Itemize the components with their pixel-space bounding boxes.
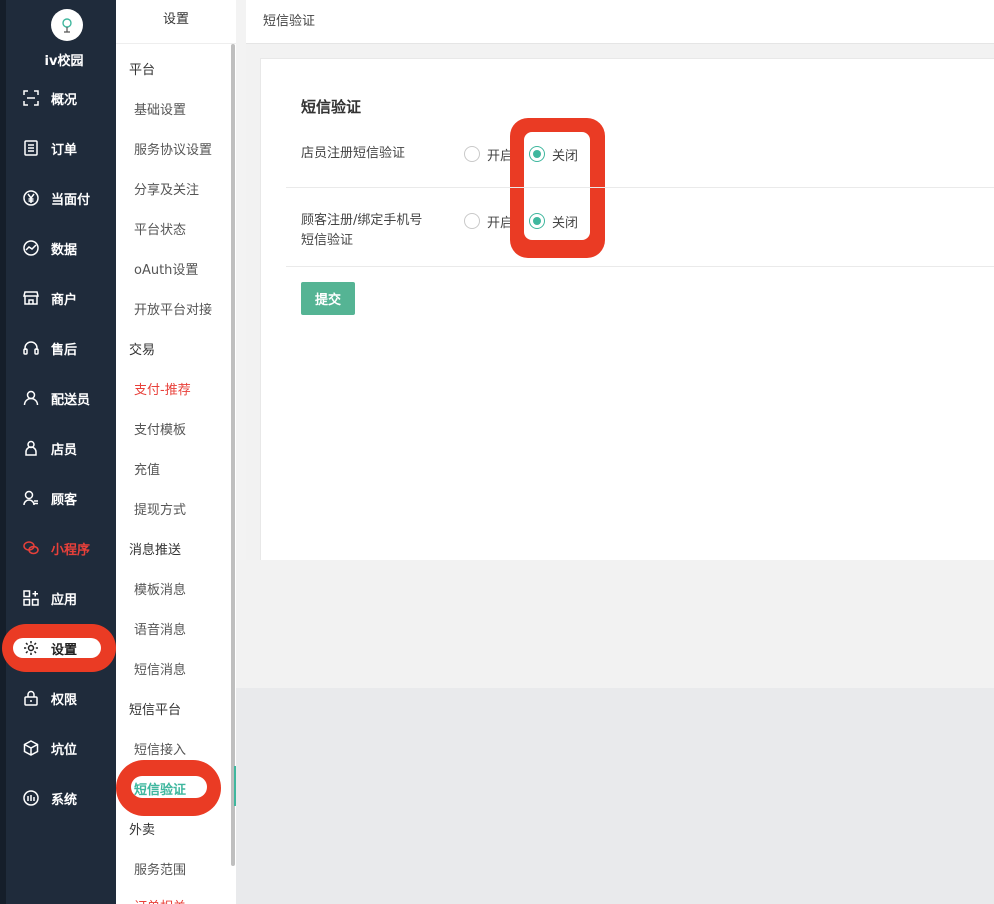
store-icon	[22, 289, 40, 307]
clerk-sms-on-label[interactable]: 开启	[487, 145, 510, 164]
section-title: 短信验证	[301, 98, 362, 116]
form-card	[260, 58, 994, 560]
submenu-scrollbar[interactable]	[231, 44, 235, 866]
nav-item-face-pay[interactable]: 当面付	[22, 188, 90, 208]
submenu-item-open-platform[interactable]: 开放平台对接	[134, 299, 212, 318]
nav-item-settings[interactable]: 设置	[22, 638, 77, 658]
submenu-group-platform: 平台	[129, 63, 156, 78]
brand-logo-icon[interactable]	[51, 9, 83, 41]
submit-button[interactable]: 提交	[301, 282, 355, 315]
row-divider	[286, 187, 994, 188]
nav-item-label: 订单	[51, 142, 78, 158]
nav-item-label: 系统	[51, 792, 78, 808]
list-icon	[22, 139, 40, 157]
nav-item-label: 店员	[51, 442, 78, 458]
submenu-item-service-agreement[interactable]: 服务协议设置	[134, 139, 212, 158]
nav-item-label: 小程序	[51, 542, 91, 558]
submenu-item-sms-verification[interactable]: 短信验证	[134, 779, 186, 798]
clerk-sms-label: 店员注册短信验证	[301, 146, 406, 161]
submenu-item-order-related[interactable]: 订单相关	[134, 896, 186, 904]
customer-sms-on-label[interactable]: 开启	[487, 212, 510, 231]
nav-item-label: 商户	[51, 292, 78, 308]
nav-item-label: 顾客	[51, 492, 78, 508]
breadcrumb: 短信验证	[263, 14, 316, 29]
submenu-item-payment-recommended[interactable]: 支付-推荐	[134, 379, 191, 398]
nav-item-permissions[interactable]: 权限	[22, 688, 77, 708]
nav-item-label: 售后	[51, 342, 78, 358]
nav-item-label: 数据	[51, 242, 78, 258]
submenu-group-sms-platform: 短信平台	[129, 703, 182, 718]
nav-item-slots[interactable]: 坑位	[22, 738, 77, 758]
submenu-item-service-area[interactable]: 服务范围	[134, 859, 186, 878]
submenu-item-withdraw-method[interactable]: 提现方式	[134, 499, 186, 518]
clerk-sms-off-label[interactable]: 关闭	[552, 145, 578, 164]
submenu-item-recharge[interactable]: 充值	[134, 459, 160, 478]
apps-icon	[22, 589, 40, 607]
clerk-sms-on-radio[interactable]	[464, 146, 480, 162]
submenu-group-takeaway: 外卖	[129, 823, 156, 838]
submenu-item-voice-message[interactable]: 语音消息	[134, 619, 186, 638]
customer-sms-off-label[interactable]: 关闭	[552, 212, 578, 231]
user-icon	[22, 389, 40, 407]
submenu-group-push: 消息推送	[129, 543, 182, 558]
submenu-item-sms-message[interactable]: 短信消息	[134, 659, 186, 678]
submenu-item-platform-status[interactable]: 平台状态	[134, 219, 186, 238]
page-header: 短信验证	[246, 0, 994, 44]
nav-item-merchants[interactable]: 商户	[22, 288, 77, 308]
nav-item-label: 当面付	[51, 192, 91, 208]
yen-icon	[22, 189, 40, 207]
submenu-title: 设置	[116, 0, 236, 44]
wechat-icon	[22, 539, 40, 557]
nav-item-label: 设置	[51, 642, 78, 658]
submenu-group-trade: 交易	[129, 343, 156, 358]
system-icon	[22, 789, 40, 807]
nav-item-label: 配送员	[51, 392, 91, 408]
customer-sms-label-line2: 短信验证	[301, 233, 354, 248]
person-icon	[22, 439, 40, 457]
nav-item-mini-program[interactable]: 小程序	[22, 538, 90, 558]
submenu-item-oauth[interactable]: oAuth设置	[134, 259, 198, 278]
chart-icon	[22, 239, 40, 257]
nav-item-label: 概况	[51, 92, 78, 108]
cube-icon	[22, 739, 40, 757]
nav-item-data[interactable]: 数据	[22, 238, 77, 258]
nav-item-apps[interactable]: 应用	[22, 588, 77, 608]
submenu-active-indicator	[234, 766, 236, 806]
headset-icon	[22, 339, 40, 357]
nav-item-label: 坑位	[51, 742, 78, 758]
nav-item-after-sales[interactable]: 售后	[22, 338, 77, 358]
content-gutter	[236, 0, 246, 560]
submenu-item-payment-template[interactable]: 支付模板	[134, 419, 186, 438]
submenu-item-template-message[interactable]: 模板消息	[134, 579, 186, 598]
settings-submenu: 设置 平台 基础设置 服务协议设置 分享及关注 平台状态 oAuth设置 开放平…	[116, 0, 236, 904]
customer-sms-on-radio[interactable]	[464, 213, 480, 229]
gear-icon	[22, 639, 40, 657]
scan-icon	[22, 89, 40, 107]
brand-name: iv校园	[44, 54, 84, 69]
customer-icon	[22, 489, 40, 507]
submenu-item-sms-access[interactable]: 短信接入	[134, 739, 186, 758]
submenu-item-share-follow[interactable]: 分享及关注	[134, 179, 199, 198]
clerk-sms-off-radio[interactable]	[529, 146, 545, 162]
nav-item-label: 应用	[51, 592, 78, 608]
nav-item-clerks[interactable]: 店员	[22, 438, 77, 458]
nav-item-customers[interactable]: 顾客	[22, 488, 77, 508]
nav-item-orders[interactable]: 订单	[22, 138, 77, 158]
customer-sms-off-radio[interactable]	[529, 213, 545, 229]
lock-icon	[22, 689, 40, 707]
submenu-item-basic-settings[interactable]: 基础设置	[134, 99, 186, 118]
nav-item-system[interactable]: 系统	[22, 788, 77, 808]
nav-item-overview[interactable]: 概况	[22, 88, 77, 108]
nav-item-couriers[interactable]: 配送员	[22, 388, 90, 408]
customer-sms-label: 顾客注册/绑定手机号	[301, 213, 423, 228]
nav-item-label: 权限	[51, 692, 78, 708]
row-divider	[286, 266, 994, 267]
